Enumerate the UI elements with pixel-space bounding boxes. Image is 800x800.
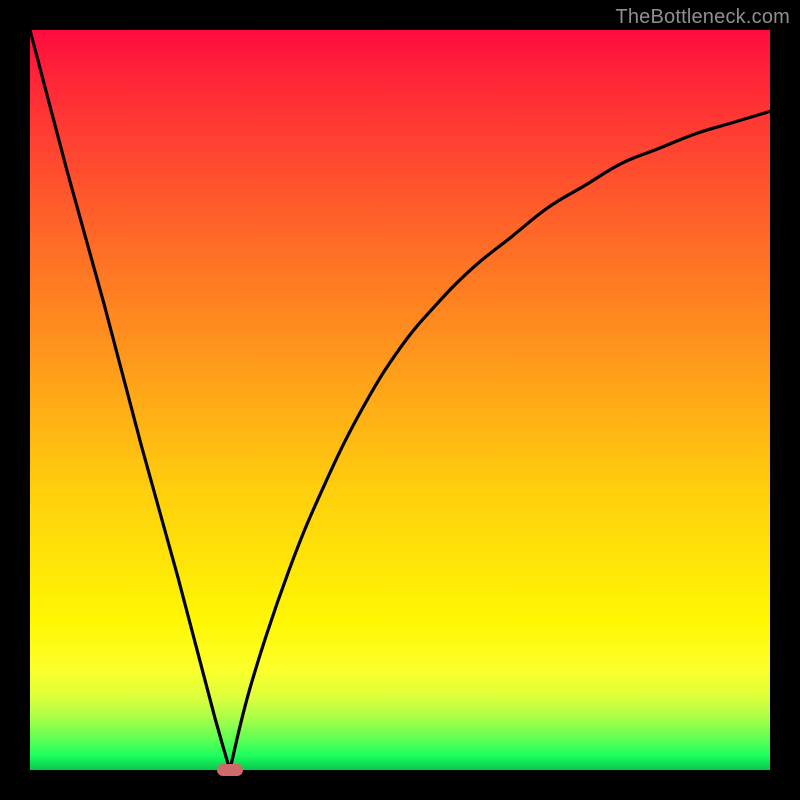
optimal-point-marker bbox=[217, 764, 243, 776]
curve-path bbox=[30, 30, 770, 770]
plot-area bbox=[30, 30, 770, 770]
bottleneck-curve bbox=[30, 30, 770, 770]
chart-frame: TheBottleneck.com bbox=[0, 0, 800, 800]
watermark-text: TheBottleneck.com bbox=[615, 6, 790, 29]
